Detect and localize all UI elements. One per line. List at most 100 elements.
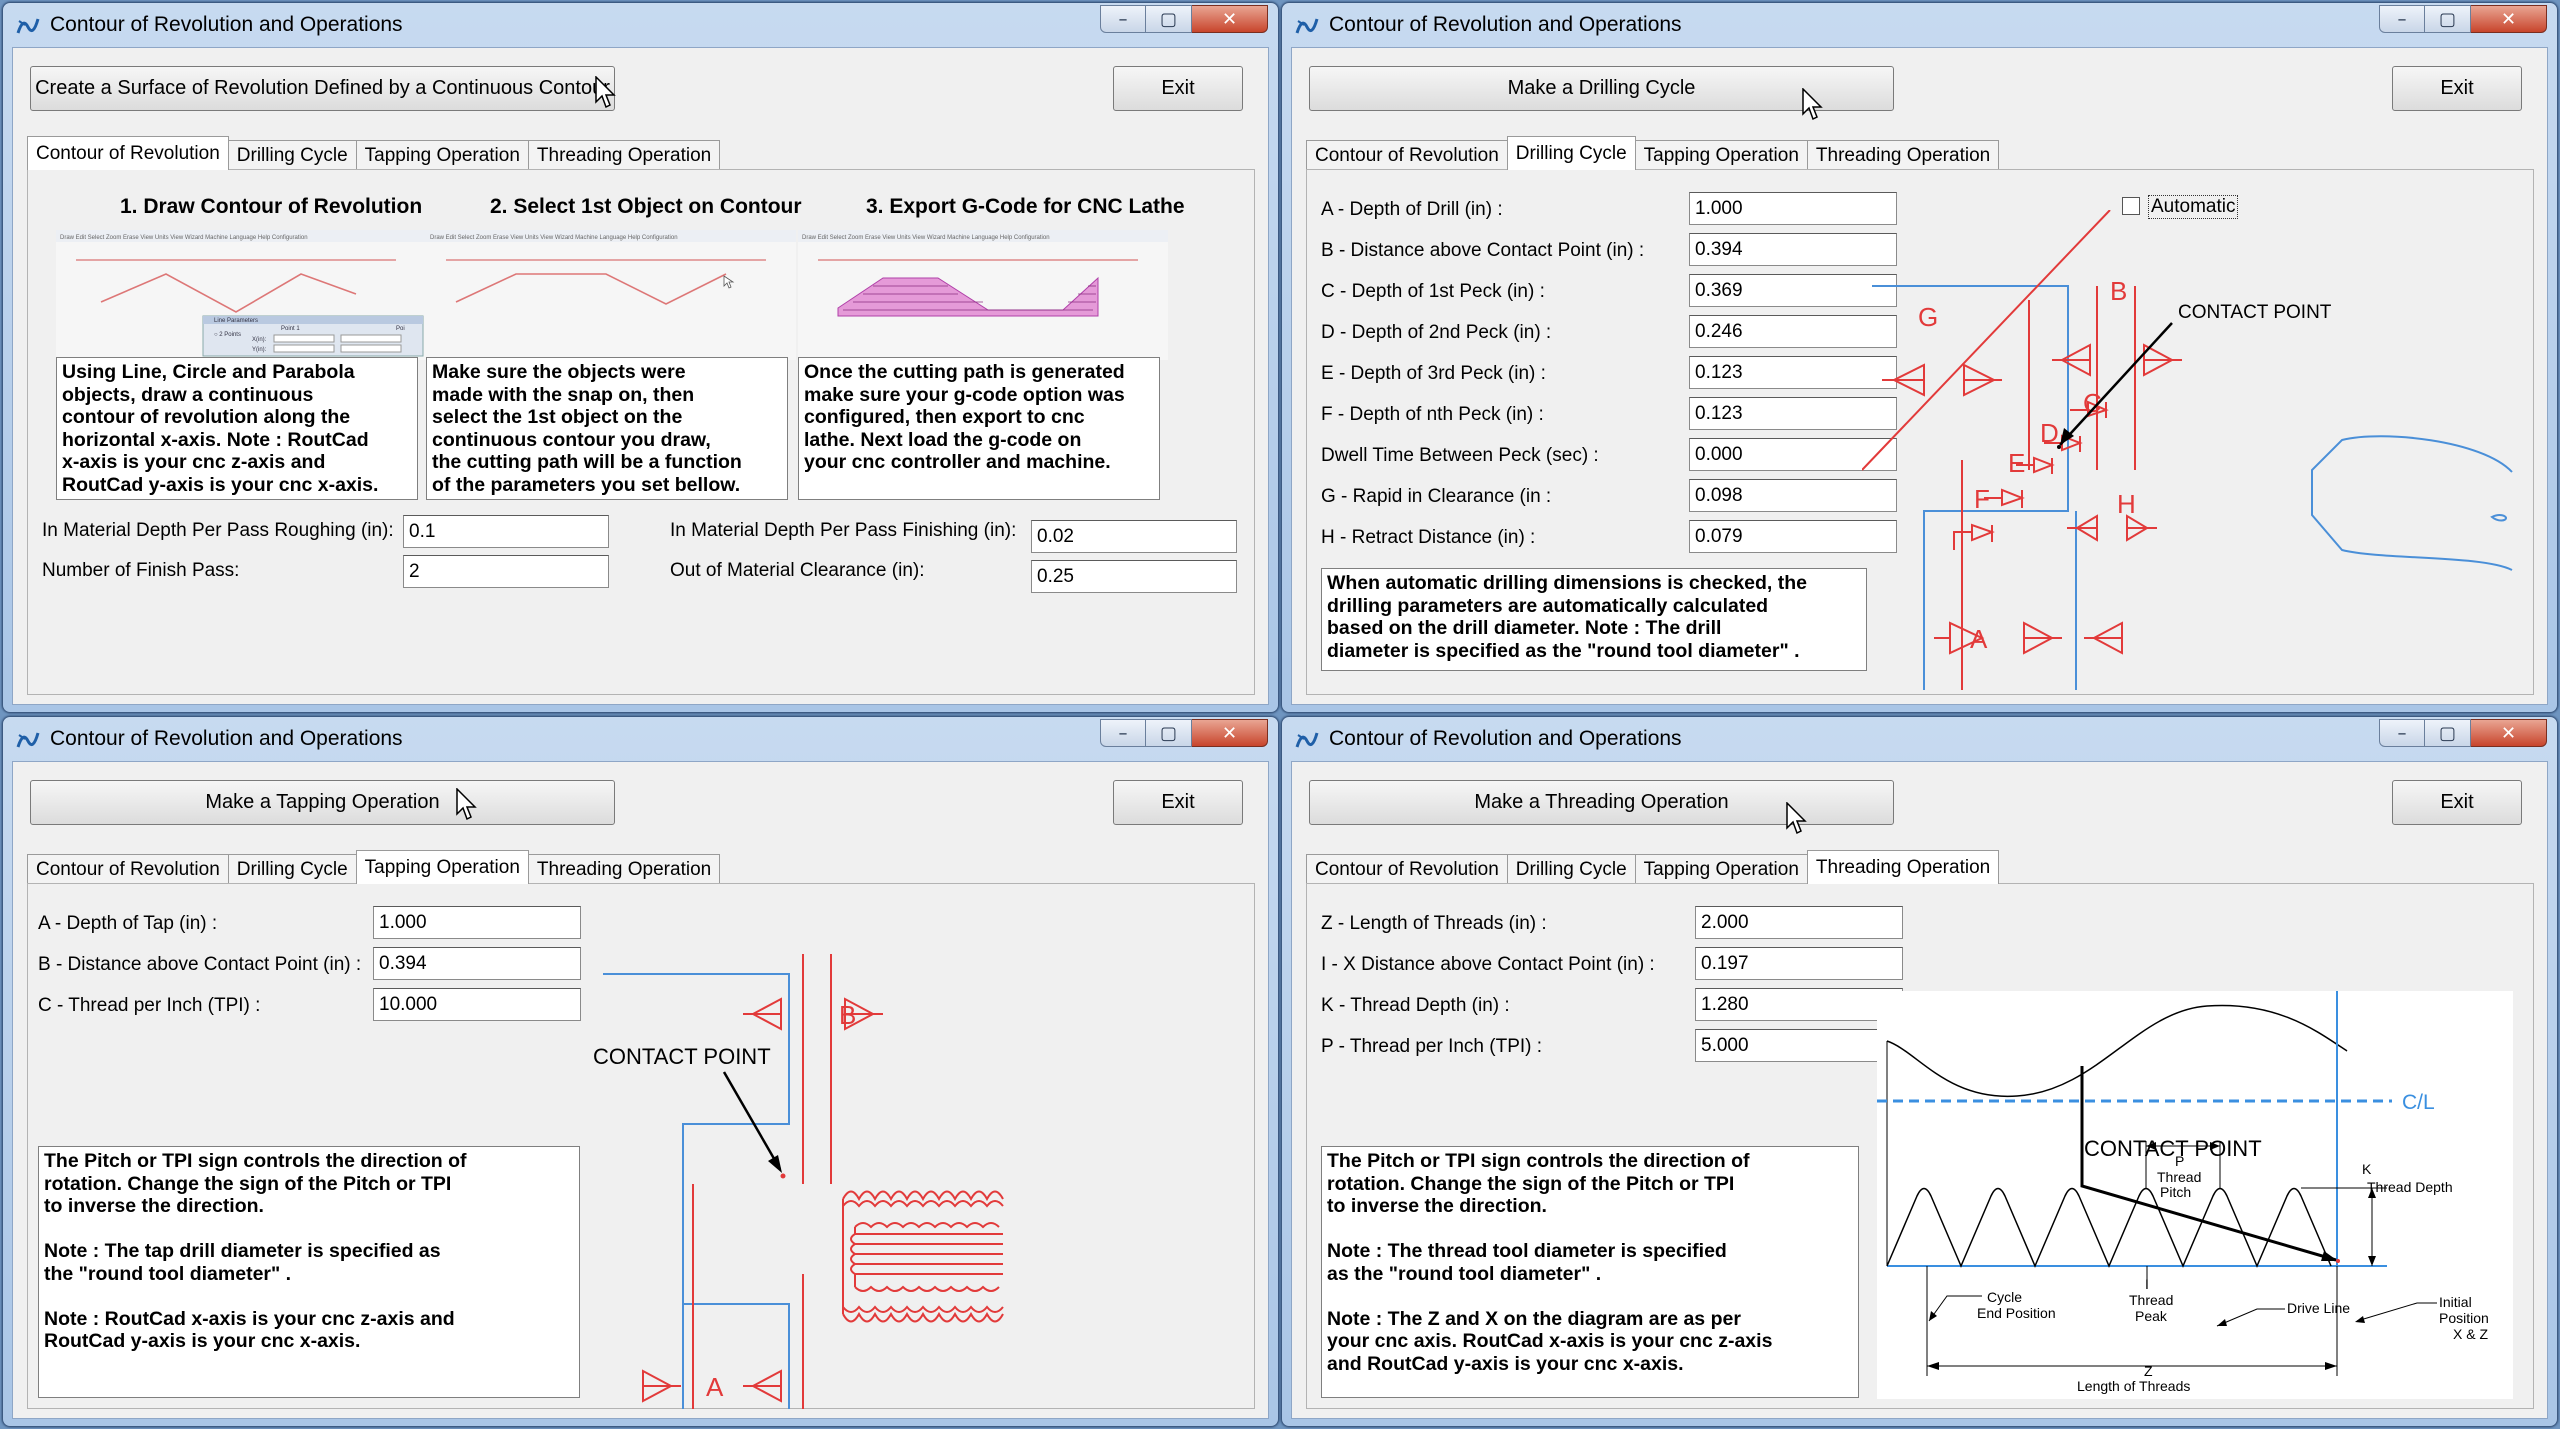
- step-1-heading: 1. Draw Contour of Revolution: [120, 195, 423, 218]
- thumb-2-points: ○ 2 Points: [214, 332, 241, 338]
- label-f: F: [1974, 484, 1990, 514]
- window-threading: Contour of Revolution and Operations – ▢…: [1281, 716, 2558, 1427]
- maximize-button[interactable]: ▢: [2425, 719, 2471, 747]
- close-button[interactable]: ✕: [2471, 5, 2547, 33]
- minimize-button[interactable]: –: [1100, 719, 1146, 747]
- contact-point-label: CONTACT POINT: [2084, 1136, 2262, 1161]
- label-a: A: [1970, 624, 1988, 654]
- tab-threading-operation[interactable]: Threading Operation: [1806, 850, 2000, 884]
- xz-label: X & Z: [2453, 1326, 2488, 1342]
- tab-drilling-cycle[interactable]: Drilling Cycle: [1506, 854, 1636, 884]
- tab-tapping-operation[interactable]: Tapping Operation: [1634, 140, 1808, 170]
- mouse-cursor-icon: [595, 76, 616, 109]
- peck-2-label: D - Depth of 2nd Peck (in) :: [1321, 322, 1552, 343]
- distance-above-label: B - Distance above Contact Point (in) :: [38, 954, 362, 975]
- tab-contour-of-revolution[interactable]: Contour of Revolution: [1306, 140, 1508, 170]
- finish-pass-input[interactable]: [403, 555, 609, 588]
- label-h: H: [2117, 489, 2136, 519]
- title-bar[interactable]: Contour of Revolution and Operations – ▢…: [1282, 3, 2557, 47]
- finishing-depth-input[interactable]: [1031, 520, 1237, 553]
- thumb-line-params-title: Line Parameters: [214, 318, 258, 324]
- client-area: Make a Threading Operation Exit Contour …: [1291, 761, 2548, 1419]
- close-button[interactable]: ✕: [2471, 719, 2547, 747]
- x-distance-label: I - X Distance above Contact Point (in) …: [1321, 954, 1655, 975]
- tapping-diagram: B A CONTACT POINT: [593, 954, 1004, 1409]
- thumb-point2: Poi: [396, 326, 405, 332]
- exit-button[interactable]: Exit: [1113, 66, 1243, 111]
- tab-threading-operation[interactable]: Threading Operation: [527, 854, 721, 884]
- roughing-depth-input[interactable]: [403, 515, 609, 548]
- label-e: E: [2008, 448, 2025, 478]
- window-title: Contour of Revolution and Operations: [1329, 13, 1682, 36]
- client-area: Make a Drilling Cycle Exit Contour of Re…: [1291, 47, 2548, 705]
- close-button[interactable]: ✕: [1192, 719, 1268, 747]
- tab-tapping-operation[interactable]: Tapping Operation: [1634, 854, 1808, 884]
- tap-depth-input[interactable]: [373, 906, 581, 939]
- svg-text:Draw Edit Select Zoom: Draw Edit Select Zoom Erase View Units V…: [802, 235, 1050, 241]
- clearance-label: Out of Material Clearance (in):: [670, 560, 925, 581]
- length-of-threads-label: Length of Threads: [2077, 1378, 2190, 1394]
- drilling-panel: A - Depth of Drill (in) : B - Distance a…: [1306, 169, 2534, 695]
- threading-panel: Z - Length of Threads (in) : I - X Dista…: [1306, 883, 2534, 1409]
- title-bar[interactable]: Contour of Revolution and Operations – ▢…: [3, 3, 1278, 47]
- tab-tapping-operation[interactable]: Tapping Operation: [355, 850, 529, 884]
- tab-contour-of-revolution[interactable]: Contour of Revolution: [27, 136, 229, 170]
- x-distance-input[interactable]: [1695, 947, 1903, 980]
- tab-drilling-cycle[interactable]: Drilling Cycle: [1506, 136, 1636, 170]
- k-depth-label: Thread Depth: [2367, 1179, 2453, 1195]
- title-bar[interactable]: Contour of Revolution and Operations – ▢…: [1282, 717, 2557, 761]
- tab-threading-operation[interactable]: Threading Operation: [527, 140, 721, 170]
- step-2-description: Make sure the objects were made with the…: [426, 357, 788, 500]
- mouse-cursor-icon: [456, 788, 477, 821]
- close-button[interactable]: ✕: [1192, 5, 1268, 33]
- thumb-y-label: Y(in):: [252, 347, 267, 353]
- window-tapping: Contour of Revolution and Operations – ▢…: [2, 716, 1279, 1427]
- peck-1-label: C - Depth of 1st Peck (in) :: [1321, 281, 1545, 302]
- distance-above-input[interactable]: [373, 947, 581, 980]
- title-bar[interactable]: Contour of Revolution and Operations – ▢…: [3, 717, 1278, 761]
- maximize-button[interactable]: ▢: [1146, 5, 1192, 33]
- threading-note: The Pitch or TPI sign controls the direc…: [1321, 1146, 1859, 1398]
- tab-contour-of-revolution[interactable]: Contour of Revolution: [27, 854, 229, 884]
- clearance-input[interactable]: [1031, 560, 1237, 593]
- rapid-clearance-label: G - Rapid in Clearance (in :: [1321, 486, 1552, 507]
- exit-button[interactable]: Exit: [2392, 66, 2522, 111]
- tab-drilling-cycle[interactable]: Drilling Cycle: [227, 854, 357, 884]
- threading-diagram: C/L P Thread Pitch K Thread Depth I Thre…: [1877, 991, 2513, 1399]
- label-a: A: [706, 1372, 724, 1402]
- thread-length-input[interactable]: [1695, 906, 1903, 939]
- minimize-button[interactable]: –: [1100, 5, 1146, 33]
- tab-drilling-cycle[interactable]: Drilling Cycle: [227, 140, 357, 170]
- peck-n-label: F - Depth of nth Peck (in) :: [1321, 404, 1544, 425]
- tab-tapping-operation[interactable]: Tapping Operation: [355, 140, 529, 170]
- exit-button[interactable]: Exit: [2392, 780, 2522, 825]
- thumb-x-label: X(in):: [252, 337, 267, 343]
- thread-tpi-label: P - Thread per Inch (TPI) :: [1321, 1036, 1543, 1057]
- z-label: Z: [2144, 1363, 2153, 1379]
- maximize-button[interactable]: ▢: [2425, 5, 2471, 33]
- client-area: Make a Tapping Operation Exit Contour of…: [12, 761, 1269, 1419]
- drilling-diagram: B G C D E F H A CONTACT POINT: [1862, 210, 2513, 690]
- tab-threading-operation[interactable]: Threading Operation: [1806, 140, 2000, 170]
- finish-pass-label: Number of Finish Pass:: [42, 560, 240, 581]
- tapping-note: The Pitch or TPI sign controls the direc…: [38, 1146, 580, 1398]
- create-surface-button[interactable]: Create a Surface of Revolution Defined b…: [30, 66, 615, 111]
- position-label: Position: [2439, 1310, 2489, 1326]
- p-thread-label: Thread: [2157, 1169, 2201, 1185]
- window-title: Contour of Revolution and Operations: [50, 727, 403, 750]
- minimize-button[interactable]: –: [2379, 5, 2425, 33]
- thread-tpi-input[interactable]: [1695, 1029, 1903, 1062]
- window-title: Contour of Revolution and Operations: [1329, 727, 1682, 750]
- make-tapping-operation-button[interactable]: Make a Tapping Operation: [30, 780, 615, 825]
- tab-contour-of-revolution[interactable]: Contour of Revolution: [1306, 854, 1508, 884]
- thread-depth-input[interactable]: [1695, 988, 1903, 1021]
- label-b: B: [839, 1000, 856, 1030]
- exit-button[interactable]: Exit: [1113, 780, 1243, 825]
- drive-line-label: Drive Line: [2287, 1300, 2350, 1316]
- window-contour: Contour of Revolution and Operations – ▢…: [2, 2, 1279, 713]
- maximize-button[interactable]: ▢: [1146, 719, 1192, 747]
- tpi-input[interactable]: [373, 988, 581, 1021]
- dwell-time-label: Dwell Time Between Peck (sec) :: [1321, 445, 1599, 466]
- roughing-depth-label: In Material Depth Per Pass Roughing (in)…: [42, 520, 394, 541]
- minimize-button[interactable]: –: [2379, 719, 2425, 747]
